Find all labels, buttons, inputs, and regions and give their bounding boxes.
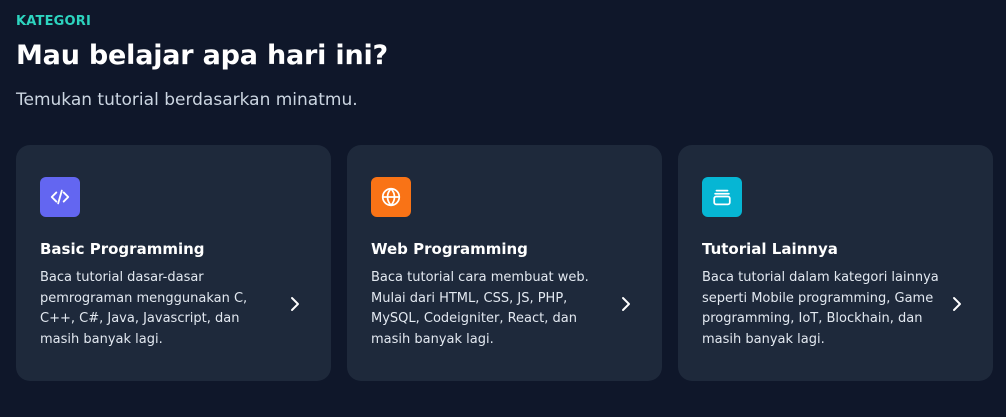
section-eyebrow: KATEGORI xyxy=(16,14,92,29)
card-description: Baca tutorial cara membuat web. Mulai da… xyxy=(371,270,589,347)
stack-icon xyxy=(702,177,742,217)
page-subtitle: Temukan tutorial berdasarkan minatmu. xyxy=(16,90,358,110)
category-card-web-programming[interactable]: Web Programming Baca tutorial cara membu… xyxy=(347,145,662,381)
card-description: Baca tutorial dasar-dasar pemrograman me… xyxy=(40,270,248,347)
page-title: Mau belajar apa hari ini? xyxy=(16,40,388,71)
card-title: Basic Programming xyxy=(40,240,205,258)
card-title: Web Programming xyxy=(371,240,528,258)
chevron-right-icon[interactable] xyxy=(617,295,635,313)
card-title: Tutorial Lainnya xyxy=(702,240,838,258)
globe-icon xyxy=(371,177,411,217)
card-description: Baca tutorial dalam kategori lainnya sep… xyxy=(702,270,939,347)
category-card-tutorial-lainnya[interactable]: Tutorial Lainnya Baca tutorial dalam kat… xyxy=(678,145,993,381)
chevron-right-icon[interactable] xyxy=(286,295,304,313)
category-card-basic-programming[interactable]: Basic Programming Baca tutorial dasar-da… xyxy=(16,145,331,381)
code-icon xyxy=(40,177,80,217)
category-cards: Basic Programming Baca tutorial dasar-da… xyxy=(16,145,993,381)
chevron-right-icon[interactable] xyxy=(948,295,966,313)
kategori-section: KATEGORI Mau belajar apa hari ini? Temuk… xyxy=(0,0,1006,417)
